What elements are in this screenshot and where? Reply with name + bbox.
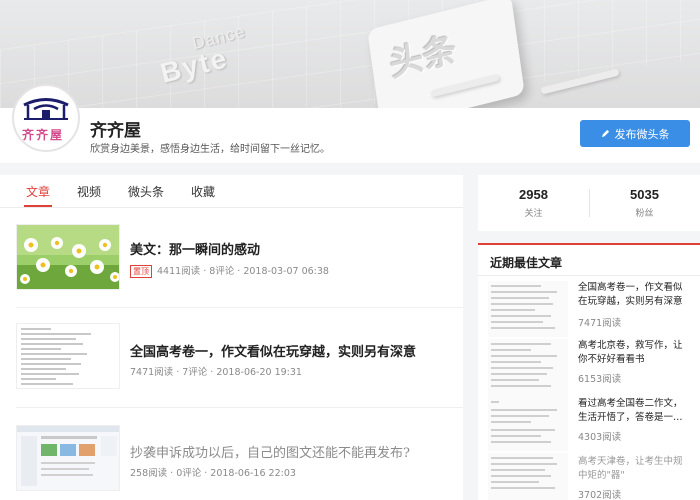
best-article-title[interactable]: 高考天津卷，让考生中规中矩的"器"	[578, 455, 690, 483]
fans-count: 5035	[630, 187, 659, 202]
following-label: 关注	[524, 209, 543, 219]
fans-label: 粉丝	[635, 209, 654, 219]
best-article-reads: 3702阅读	[578, 490, 622, 500]
document-screenshot-image	[491, 457, 557, 489]
article-stats: 4411阅读 · 8评论 · 2018-03-07 06:38	[157, 266, 329, 277]
best-article-title[interactable]: 全国高考卷一，作文看似在玩穿越，实则另有深意	[578, 281, 690, 309]
document-screenshot-image	[491, 343, 557, 387]
profile-page: Dance Byte 头条 齐齐屋 齐齐屋 欣赏身边美景，感悟身边生活，给时间留…	[0, 0, 700, 500]
article-thumbnail[interactable]	[16, 224, 120, 290]
article-feed: 文章 视频 微头条 收藏 美文：那一瞬间的感动 置顶 4411阅读 · 8评论 …	[0, 175, 463, 500]
document-screenshot-image	[491, 285, 557, 329]
article-meta: 置顶 4411阅读 · 8评论 · 2018-03-07 06:38	[130, 263, 329, 278]
tab-articles[interactable]: 文章	[26, 183, 50, 200]
follow-stats: 2958 关注 5035 粉丝	[478, 175, 700, 231]
tab-favorites[interactable]: 收藏	[191, 183, 215, 200]
best-article-title[interactable]: 高考北京卷，救写作，让你不好好看看书	[578, 339, 690, 367]
daisy-flowers-image	[17, 225, 119, 289]
article-title[interactable]: 全国高考卷一，作文看似在玩穿越，实则另有深意	[130, 341, 416, 360]
active-tab-indicator	[24, 205, 52, 207]
best-article-thumbnail[interactable]	[488, 395, 568, 451]
publish-micro-post-button[interactable]: 发布微头条	[580, 120, 690, 147]
divider	[16, 407, 463, 408]
divider	[478, 275, 700, 276]
best-articles-heading: 近期最佳文章	[490, 256, 563, 270]
best-article-thumbnail[interactable]	[488, 339, 568, 395]
best-article-thumbnail[interactable]	[488, 281, 568, 337]
fans-stat[interactable]: 5035 粉丝	[589, 187, 700, 219]
article-meta: 258阅读 · 0评论 · 2018-06-16 22:03	[130, 468, 296, 479]
best-article-reads: 6153阅读	[578, 374, 622, 385]
roof-logo-icon	[23, 98, 69, 120]
document-screenshot-image	[17, 324, 119, 388]
best-article-reads: 4303阅读	[578, 432, 622, 443]
pen-icon	[601, 129, 609, 138]
profile-bio: 欣赏身边美景，感悟身边生活，给时间留下一丝记忆。	[90, 144, 330, 155]
webpage-screenshot-image	[17, 426, 119, 490]
banner-grid-pattern	[0, 0, 700, 108]
profile-name: 齐齐屋	[90, 121, 141, 141]
document-screenshot-image	[491, 401, 557, 443]
content-tabs: 文章 视频 微头条 收藏	[0, 175, 463, 208]
article-thumbnail[interactable]	[16, 323, 120, 389]
tab-videos[interactable]: 视频	[77, 183, 101, 200]
following-count: 2958	[519, 187, 548, 202]
article-title[interactable]: 抄袭申诉成功以后，自己的图文还能不能再发布?	[130, 442, 410, 461]
article-thumbnail[interactable]	[16, 425, 120, 491]
avatar[interactable]: 齐齐屋	[12, 84, 80, 152]
best-articles-panel: 近期最佳文章 全国高考卷一，作文看似在玩穿越，实则另有深意 7471阅读 高考北…	[478, 243, 700, 500]
best-article-reads: 7471阅读	[578, 318, 622, 329]
pinned-badge: 置顶	[130, 265, 152, 278]
best-article-title[interactable]: 看过高考全国卷二作文，生活开悟了，答卷是一…	[578, 397, 690, 425]
logo-text: 头条	[387, 29, 460, 86]
divider	[16, 307, 463, 308]
best-article-thumbnail[interactable]	[488, 453, 568, 500]
tab-micro-posts[interactable]: 微头条	[128, 183, 164, 200]
avatar-text: 齐齐屋	[22, 128, 65, 142]
article-meta: 7471阅读 · 7评论 · 2018-06-20 19:31	[130, 367, 302, 378]
publish-button-label: 发布微头条	[614, 128, 670, 141]
profile-banner: Dance Byte 头条	[0, 0, 700, 108]
following-stat[interactable]: 2958 关注	[478, 187, 589, 219]
article-title[interactable]: 美文：那一瞬间的感动	[130, 239, 260, 258]
